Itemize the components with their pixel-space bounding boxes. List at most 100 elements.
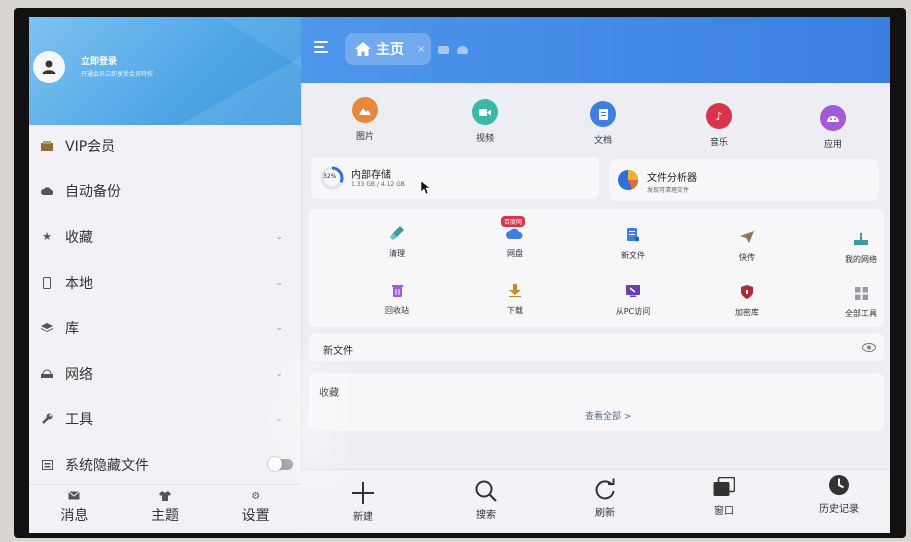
login-title[interactable]: 立即登录 bbox=[81, 54, 117, 67]
tool-new-files[interactable]: 新文件 bbox=[603, 224, 663, 261]
refresh-label: 刷新 bbox=[595, 508, 615, 519]
sidebar-item-local[interactable]: 本地 ⌄ bbox=[29, 260, 301, 306]
sidebar-item-auto-backup[interactable]: 自动备份 bbox=[29, 169, 301, 215]
my-network-icon bbox=[831, 228, 890, 250]
android-icon bbox=[820, 105, 846, 131]
tool-label: 网盘 bbox=[507, 249, 523, 258]
tool-vault[interactable]: 加密库 bbox=[717, 281, 777, 318]
tool-label: 从PC访问 bbox=[615, 307, 651, 316]
storage-title: 内部存储 bbox=[351, 170, 391, 181]
history-label: 历史记录 bbox=[819, 504, 859, 515]
tab-home-label: 主页 bbox=[376, 42, 404, 58]
shield-lock-icon bbox=[717, 281, 777, 303]
plus-icon bbox=[333, 480, 393, 506]
theme-button[interactable]: 主题 bbox=[120, 485, 211, 533]
category-images[interactable]: 图片 bbox=[345, 97, 385, 142]
sidebar-item-label: 库 bbox=[65, 321, 79, 338]
shirt-icon bbox=[159, 491, 171, 505]
eye-icon[interactable] bbox=[862, 343, 876, 352]
chevron-down-icon[interactable]: ⌄ bbox=[275, 278, 283, 288]
sidebar-item-tools[interactable]: 工具 ⌄ bbox=[29, 397, 301, 443]
category-documents[interactable]: 文档 bbox=[583, 101, 623, 146]
avatar[interactable] bbox=[33, 51, 65, 83]
tool-pc-access[interactable]: 从PC访问 bbox=[603, 280, 663, 317]
category-label: 音乐 bbox=[709, 138, 728, 148]
search-icon bbox=[456, 478, 516, 504]
analyzer-subtitle: 发现可清理文件 bbox=[647, 187, 690, 194]
cloud-icon[interactable] bbox=[457, 46, 468, 54]
sidebar-bottom-bar: 消息 主题 ⚙ 设置 bbox=[29, 484, 301, 533]
pie-chart-icon bbox=[618, 170, 638, 190]
tool-label: 清理 bbox=[389, 249, 405, 258]
favorites-section: 收藏 查看全部 > bbox=[309, 373, 884, 431]
category-label: 图片 bbox=[355, 132, 374, 142]
windows-button[interactable]: 窗口 bbox=[694, 474, 754, 517]
window-icon[interactable] bbox=[438, 46, 449, 54]
messages-label: 消息 bbox=[60, 508, 89, 524]
tool-my-network[interactable]: 我的网络 bbox=[831, 228, 890, 265]
sidebar-menu: VIP会员 自动备份 ★ 收藏 ⌄ 本地 ⌄ 库 ⌄ 网络 ⌄ 工具 ⌄ 系统隐… bbox=[29, 123, 301, 488]
windows-label: 窗口 bbox=[714, 506, 734, 517]
chevron-down-icon[interactable]: ⌄ bbox=[275, 369, 283, 379]
category-apps[interactable]: 应用 bbox=[813, 105, 853, 150]
tool-clean[interactable]: 清理 bbox=[367, 222, 427, 259]
tool-all-tools[interactable]: 全部工具 bbox=[831, 282, 890, 319]
tool-label: 加密库 bbox=[735, 308, 759, 317]
hidden-file-icon bbox=[33, 459, 61, 470]
chevron-down-icon[interactable]: ⌄ bbox=[275, 323, 283, 333]
view-all-link[interactable]: 查看全部 > bbox=[585, 409, 631, 422]
sidebar-item-favorites[interactable]: ★ 收藏 ⌄ bbox=[29, 214, 301, 260]
windows-icon bbox=[694, 474, 754, 500]
login-subtitle: 开通会员立即享受会员特权 bbox=[81, 71, 154, 78]
tool-label: 下载 bbox=[507, 306, 523, 315]
tab-close-icon[interactable]: × bbox=[417, 44, 425, 55]
storage-usage: 1.33 GB / 4.12 GB bbox=[351, 181, 405, 188]
category-music[interactable]: ♪ 音乐 bbox=[699, 103, 739, 148]
new-button[interactable]: 新建 bbox=[333, 480, 393, 523]
chevron-down-icon[interactable]: ⌄ bbox=[275, 232, 283, 242]
cloud-drive-icon: 百度网 bbox=[485, 216, 545, 244]
star-icon: ★ bbox=[42, 230, 52, 244]
document-icon bbox=[590, 101, 616, 127]
category-videos[interactable]: 视频 bbox=[465, 99, 505, 144]
new-file-icon bbox=[603, 224, 663, 246]
refresh-icon bbox=[575, 476, 635, 502]
home-icon bbox=[355, 42, 371, 56]
analyzer-title: 文件分析器 bbox=[647, 173, 697, 184]
music-icon: ♪ bbox=[706, 103, 732, 129]
settings-button[interactable]: ⚙ 设置 bbox=[210, 485, 301, 533]
sidebar-item-hidden-files[interactable]: 系统隐藏文件 bbox=[29, 442, 301, 488]
new-files-section[interactable]: 新文件 bbox=[309, 333, 884, 361]
search-button[interactable]: 搜索 bbox=[456, 478, 516, 521]
image-icon bbox=[352, 97, 378, 123]
account-header[interactable]: 立即登录 开通会员立即享受会员特权 bbox=[29, 17, 301, 125]
send-icon bbox=[717, 226, 777, 248]
refresh-button[interactable]: 刷新 bbox=[575, 476, 635, 519]
tool-recycle-bin[interactable]: 回收站 bbox=[367, 279, 427, 316]
file-analyzer-card[interactable]: 文件分析器 发现可清理文件 bbox=[609, 159, 879, 201]
sidebar-item-library[interactable]: 库 ⌄ bbox=[29, 305, 301, 351]
mouse-cursor-icon bbox=[421, 181, 431, 195]
bottom-nav: 新建 搜索 刷新 窗口 历史记录 bbox=[301, 469, 890, 533]
hidden-files-toggle[interactable] bbox=[268, 457, 293, 472]
tool-quick-send[interactable]: 快传 bbox=[717, 226, 777, 263]
internal-storage-card[interactable]: 32% 内部存储 1.33 GB / 4.12 GB bbox=[311, 157, 599, 199]
sidebar-item-label: 本地 bbox=[65, 275, 93, 292]
tool-download[interactable]: 下载 bbox=[485, 279, 545, 316]
history-button[interactable]: 历史记录 bbox=[809, 472, 869, 515]
sidebar-item-label: 工具 bbox=[65, 412, 93, 429]
new-files-title: 新文件 bbox=[323, 346, 353, 357]
tool-cloud-drive[interactable]: 百度网 网盘 bbox=[485, 216, 545, 259]
cloud-backup-icon bbox=[33, 186, 61, 196]
chevron-down-icon[interactable]: ⌄ bbox=[275, 414, 283, 424]
sidebar-item-vip[interactable]: VIP会员 bbox=[29, 123, 301, 169]
menu-icon[interactable] bbox=[314, 41, 330, 53]
messages-button[interactable]: 消息 bbox=[29, 485, 120, 533]
broom-icon bbox=[367, 222, 427, 244]
wrench-icon bbox=[33, 413, 61, 425]
category-label: 文档 bbox=[593, 136, 612, 146]
grid-icon bbox=[831, 282, 890, 304]
sidebar-item-network[interactable]: 网络 ⌄ bbox=[29, 351, 301, 397]
network-icon bbox=[33, 369, 61, 379]
history-icon bbox=[809, 472, 869, 498]
